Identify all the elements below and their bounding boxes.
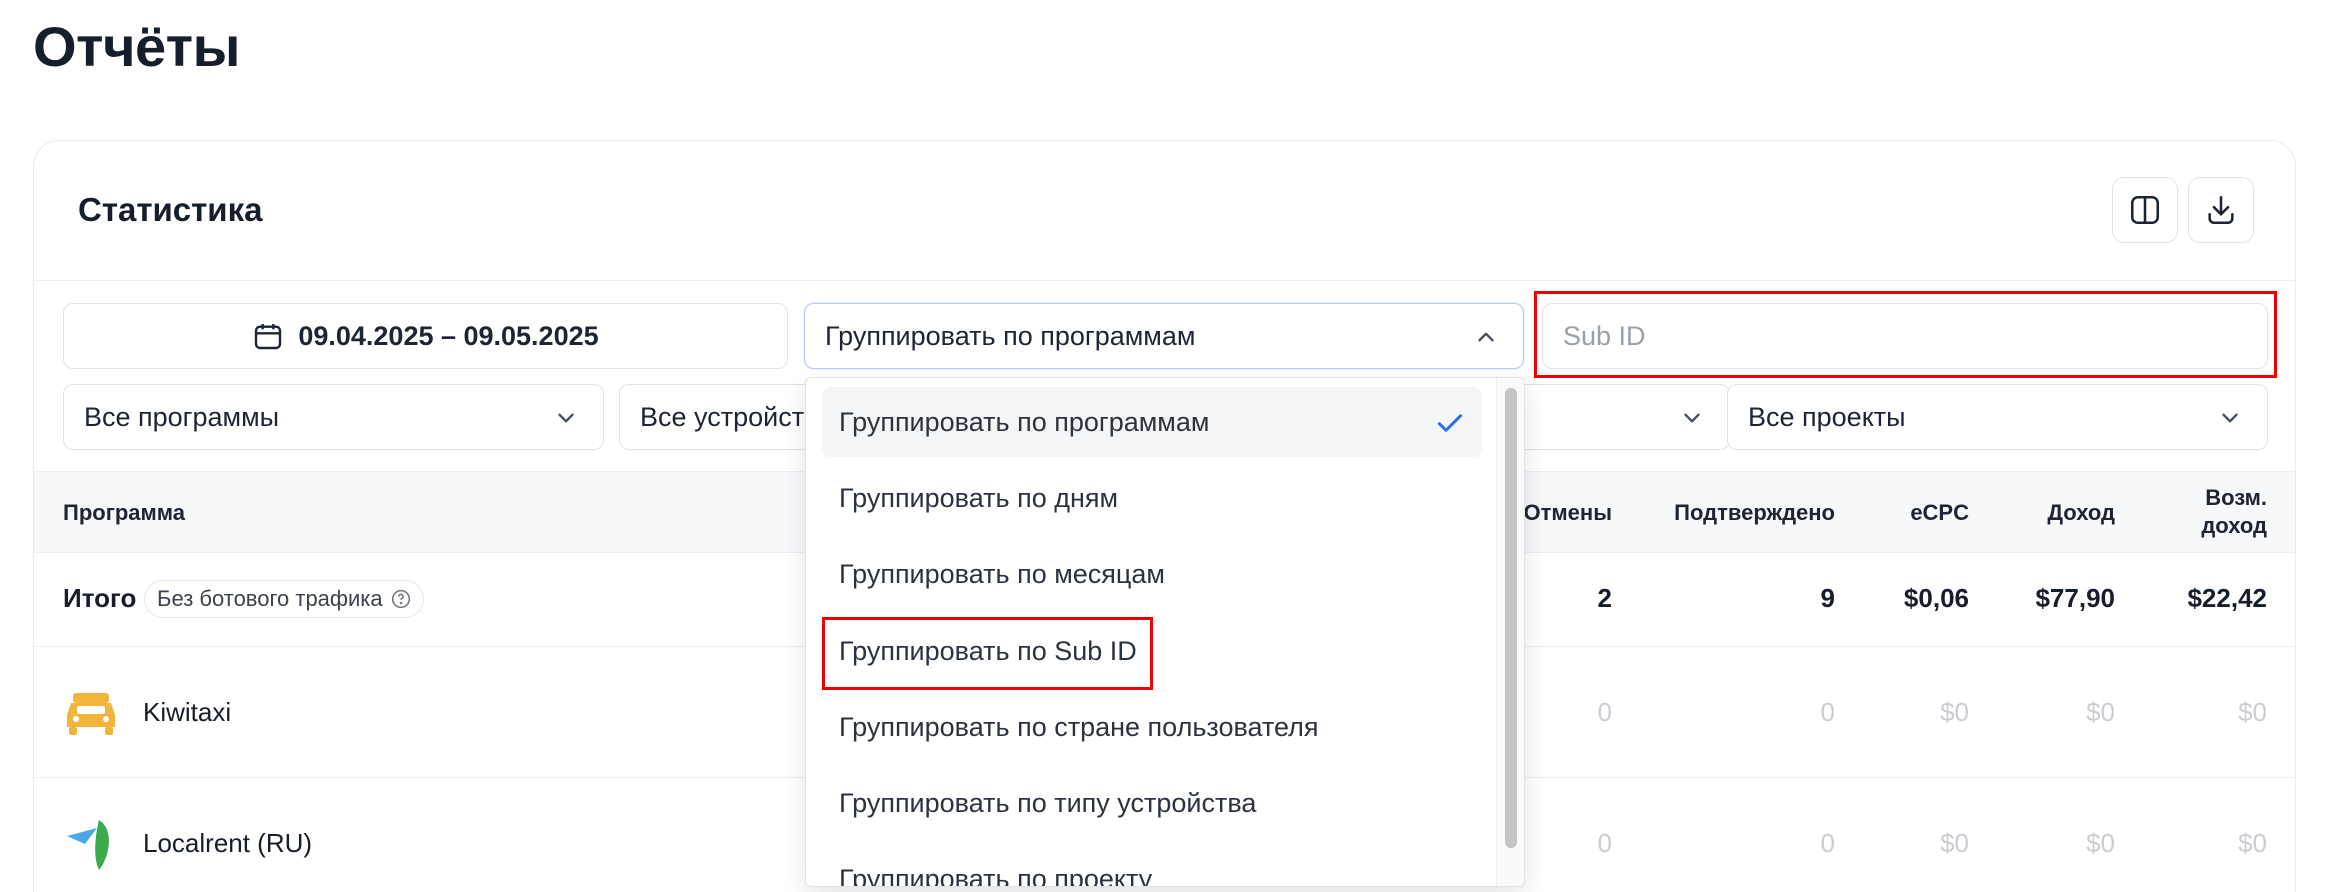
dropdown-option-label: Группировать по дням — [839, 482, 1119, 513]
bot-traffic-badge: Без ботового трафика — [144, 580, 424, 618]
header-income[interactable]: Доход — [2047, 500, 2115, 526]
dropdown-option-country[interactable]: Группировать по стране пользователя — [822, 692, 1482, 762]
program-name[interactable]: Kiwitaxi — [143, 697, 231, 728]
card-title: Статистика — [78, 191, 263, 228]
projects-select[interactable]: Все проекты — [1727, 384, 2268, 450]
row-income: $0 — [2086, 828, 2115, 858]
subid-highlight — [1534, 291, 2277, 378]
card-header: Статистика — [34, 141, 2295, 281]
page-title: Отчёты — [33, 15, 240, 78]
header-possible-income-line2: доход — [2201, 513, 2267, 538]
row-income: $0 — [2086, 697, 2115, 727]
program-name[interactable]: Localrent (RU) — [143, 828, 312, 859]
row-ecpc: $0 — [1940, 828, 1969, 858]
date-range-picker[interactable]: 09.04.2025 – 09.05.2025 — [63, 303, 788, 369]
devices-value: Все устройст — [640, 401, 805, 432]
header-cancelled[interactable]: Отмены — [1524, 500, 1612, 526]
total-possible-income: $22,42 — [2187, 583, 2267, 613]
download-icon — [2208, 195, 2234, 225]
dropdown-option-label: Группировать по проекту — [839, 863, 1153, 887]
download-button[interactable] — [2188, 177, 2254, 243]
help-icon[interactable] — [391, 589, 411, 609]
header-ecpc[interactable]: eCPC — [1910, 500, 1969, 526]
total-ecpc: $0,06 — [1903, 583, 1969, 613]
dropdown-option-project[interactable]: Группировать по проекту — [822, 844, 1482, 887]
dropdown-scroll-thumb[interactable] — [1505, 388, 1517, 848]
subid-option-highlight — [822, 617, 1153, 690]
group-by-select[interactable]: Группировать по программам — [804, 303, 1524, 369]
row-possible-income: $0 — [2238, 697, 2267, 727]
dropdown-option-device[interactable]: Группировать по типу устройства — [822, 768, 1482, 838]
chevron-down-icon — [2222, 413, 2238, 423]
total-confirmed: 9 — [1820, 583, 1835, 613]
group-by-value: Группировать по программам — [825, 320, 1196, 351]
columns-button[interactable] — [2112, 177, 2178, 243]
total-label: Итого — [63, 583, 137, 613]
dropdown-option-label: Группировать по месяцам — [839, 558, 1165, 589]
dropdown-option-months[interactable]: Группировать по месяцам — [822, 539, 1482, 609]
projects-value: Все проекты — [1748, 401, 1906, 432]
chevron-down-icon — [558, 413, 574, 423]
row-possible-income: $0 — [2238, 828, 2267, 858]
programs-value: Все программы — [84, 401, 280, 432]
chevron-down-icon — [1684, 413, 1700, 423]
total-cancelled: 2 — [1597, 583, 1612, 613]
checkmark-icon — [1437, 414, 1463, 432]
dropdown-option-days[interactable]: Группировать по дням — [822, 463, 1482, 533]
header-program[interactable]: Программа — [63, 500, 185, 526]
dropdown-option-programs[interactable]: Группировать по программам — [822, 387, 1482, 457]
row-confirmed: 0 — [1820, 697, 1835, 727]
header-possible-income-line1: Возм. — [2205, 485, 2267, 510]
columns-icon — [2130, 195, 2160, 225]
dropdown-option-label: Группировать по типу устройства — [839, 787, 1257, 818]
dropdown-option-label: Группировать по программам — [839, 406, 1210, 437]
header-possible-income[interactable]: Возм. доход — [2201, 484, 2267, 540]
header-confirmed[interactable]: Подтверждено — [1674, 500, 1835, 526]
programs-select[interactable]: Все программы — [63, 384, 604, 450]
row-ecpc: $0 — [1940, 697, 1969, 727]
date-range-value: 09.04.2025 – 09.05.2025 — [298, 320, 599, 351]
row-confirmed: 0 — [1820, 828, 1835, 858]
car-icon — [67, 693, 115, 735]
bot-traffic-label: Без ботового трафика — [157, 586, 383, 611]
row-cancelled: 0 — [1597, 697, 1612, 727]
calendar-icon — [255, 324, 282, 350]
dropdown-option-label: Группировать по стране пользователя — [839, 711, 1319, 742]
total-income: $77,90 — [2035, 583, 2115, 613]
dropdown-scrollbar[interactable] — [1496, 378, 1524, 886]
chevron-up-icon — [1478, 332, 1494, 342]
row-cancelled: 0 — [1597, 828, 1612, 858]
localrent-logo-icon — [67, 820, 109, 870]
